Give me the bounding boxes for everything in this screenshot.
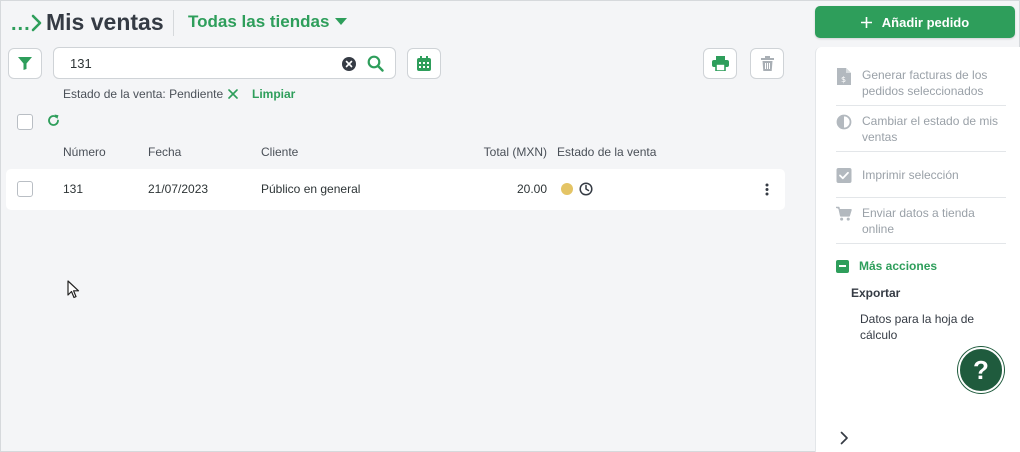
- invoice-icon: $: [837, 68, 851, 85]
- order-total: 20.00: [516, 182, 547, 196]
- print-button[interactable]: [703, 48, 737, 79]
- cart-icon: [836, 206, 852, 221]
- column-header-number[interactable]: Número: [63, 145, 106, 159]
- funnel-icon: [18, 57, 32, 70]
- trash-icon: [760, 56, 774, 71]
- search-input[interactable]: [70, 55, 325, 71]
- half-circle-icon: [836, 114, 852, 130]
- print-selection-label: Imprimir selección: [862, 168, 959, 182]
- calendar-icon: [417, 56, 431, 71]
- panel-divider: [836, 151, 1006, 152]
- more-actions-label: Más acciones: [859, 259, 938, 273]
- column-header-total[interactable]: Total (MXN): [441, 145, 547, 159]
- chevron-right-icon: [31, 14, 42, 32]
- row-checkbox[interactable]: [17, 181, 33, 197]
- generate-invoices-action[interactable]: $ Generar facturas de los pedidos selecc…: [836, 67, 1006, 99]
- search-box: [53, 47, 396, 79]
- filter-button[interactable]: [8, 48, 42, 79]
- title-separator: [173, 10, 174, 36]
- active-filter-label: Estado de la venta: Pendiente: [63, 87, 224, 101]
- generate-invoices-label: Generar facturas de los pedidos seleccio…: [862, 68, 988, 98]
- column-header-client[interactable]: Cliente: [261, 145, 298, 159]
- chevron-right-icon[interactable]: [840, 431, 849, 445]
- date-filter-button[interactable]: [407, 48, 441, 79]
- order-client: Público en general: [261, 182, 361, 196]
- kebab-menu-icon[interactable]: [765, 183, 769, 196]
- order-number: 131: [63, 182, 84, 196]
- print-selection-action[interactable]: Imprimir selección: [836, 167, 1006, 183]
- panel-divider: [836, 197, 1006, 198]
- help-label: ?: [973, 354, 989, 385]
- column-header-status[interactable]: Estado de la venta: [557, 145, 656, 159]
- column-header-date[interactable]: Fecha: [148, 145, 181, 159]
- add-order-button[interactable]: Añadir pedido: [815, 6, 1015, 38]
- store-selector[interactable]: Todas las tiendas: [188, 12, 348, 32]
- select-all-checkbox[interactable]: [17, 114, 33, 130]
- send-online-store-label: Enviar datos a tienda online: [862, 206, 975, 236]
- printer-icon: [711, 56, 729, 71]
- refresh-icon[interactable]: [47, 114, 60, 127]
- remove-filter-icon[interactable]: [228, 89, 238, 99]
- panel-divider: [836, 105, 1006, 106]
- clear-filters-link[interactable]: Limpiar: [252, 87, 295, 101]
- clock-icon: [579, 182, 593, 196]
- status-pending-dot: [561, 183, 573, 195]
- send-online-store-action[interactable]: Enviar datos a tienda online: [836, 205, 1006, 237]
- breadcrumb-back[interactable]: ...: [11, 13, 31, 36]
- add-order-label: Añadir pedido: [881, 14, 970, 30]
- caret-down-icon: [335, 18, 348, 25]
- clear-search-icon[interactable]: [342, 57, 356, 71]
- panel-divider: [836, 243, 1006, 244]
- delete-button[interactable]: [750, 48, 784, 79]
- svg-text:$: $: [841, 75, 846, 84]
- change-status-action[interactable]: Cambiar el estado de mis ventas: [836, 113, 1006, 145]
- plus-icon: [860, 16, 872, 28]
- more-actions-toggle[interactable]: Más acciones: [836, 259, 937, 273]
- export-heading: Exportar: [851, 286, 901, 300]
- export-spreadsheet-action[interactable]: Datos para la hoja de cálculo: [860, 311, 1000, 343]
- order-date: 21/07/2023: [148, 182, 209, 196]
- mouse-cursor-icon: [67, 280, 80, 299]
- help-button[interactable]: ?: [958, 347, 1004, 393]
- store-selector-label: Todas las tiendas: [188, 12, 330, 31]
- collapse-icon: [836, 259, 849, 273]
- table-row[interactable]: 131 21/07/2023 Público en general 20.00: [6, 169, 785, 210]
- checkbox-icon: [836, 168, 852, 183]
- page-title: Mis ventas: [46, 9, 164, 35]
- change-status-label: Cambiar el estado de mis ventas: [862, 114, 999, 144]
- search-icon[interactable]: [367, 55, 384, 72]
